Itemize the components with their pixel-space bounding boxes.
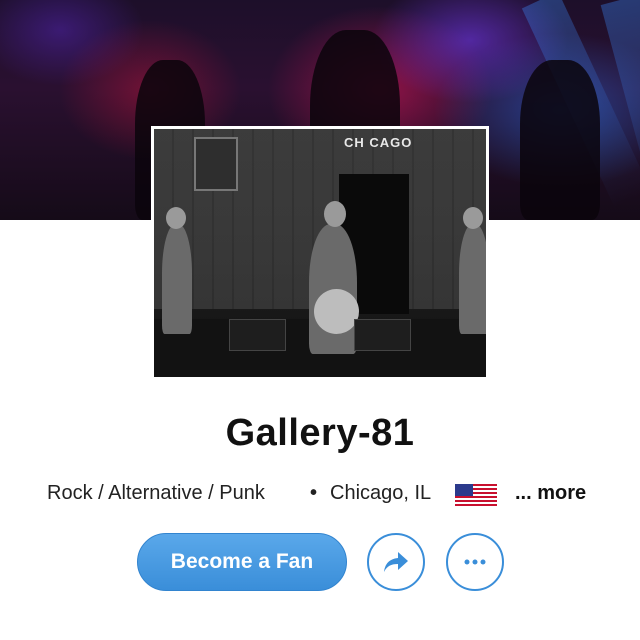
share-arrow-icon (384, 552, 408, 572)
location-label: Chicago, IL (330, 482, 432, 504)
stage-monitor (354, 319, 411, 351)
guitarist-left (162, 224, 192, 334)
stage-monitor (229, 319, 286, 351)
more-options-button[interactable] (446, 533, 504, 591)
share-button[interactable] (367, 533, 425, 591)
ellipsis-icon (464, 559, 486, 565)
profile-photo[interactable]: CH CAGO (151, 126, 489, 380)
guitarist-left-head (166, 207, 186, 229)
us-flag-icon (455, 484, 497, 506)
genres-label: Rock / Alternative / Punk (47, 482, 265, 504)
artist-name: Gallery-81 (225, 412, 415, 454)
singer-head (324, 201, 346, 227)
flag-canton (455, 484, 473, 496)
become-fan-button[interactable]: Become a Fan (137, 533, 347, 591)
performer-silhouette (520, 60, 600, 220)
more-link[interactable]: ... more (515, 482, 586, 505)
photo-frame-decor (194, 137, 238, 191)
bass-drum (314, 289, 359, 334)
venue-sign: CH CAGO (344, 135, 413, 150)
meta-separator: • (310, 482, 318, 504)
guitarist-right-head (463, 207, 483, 229)
guitarist-right (459, 224, 486, 334)
artist-meta: Rock / Alternative / Punk • Chicago, IL … (0, 478, 640, 508)
